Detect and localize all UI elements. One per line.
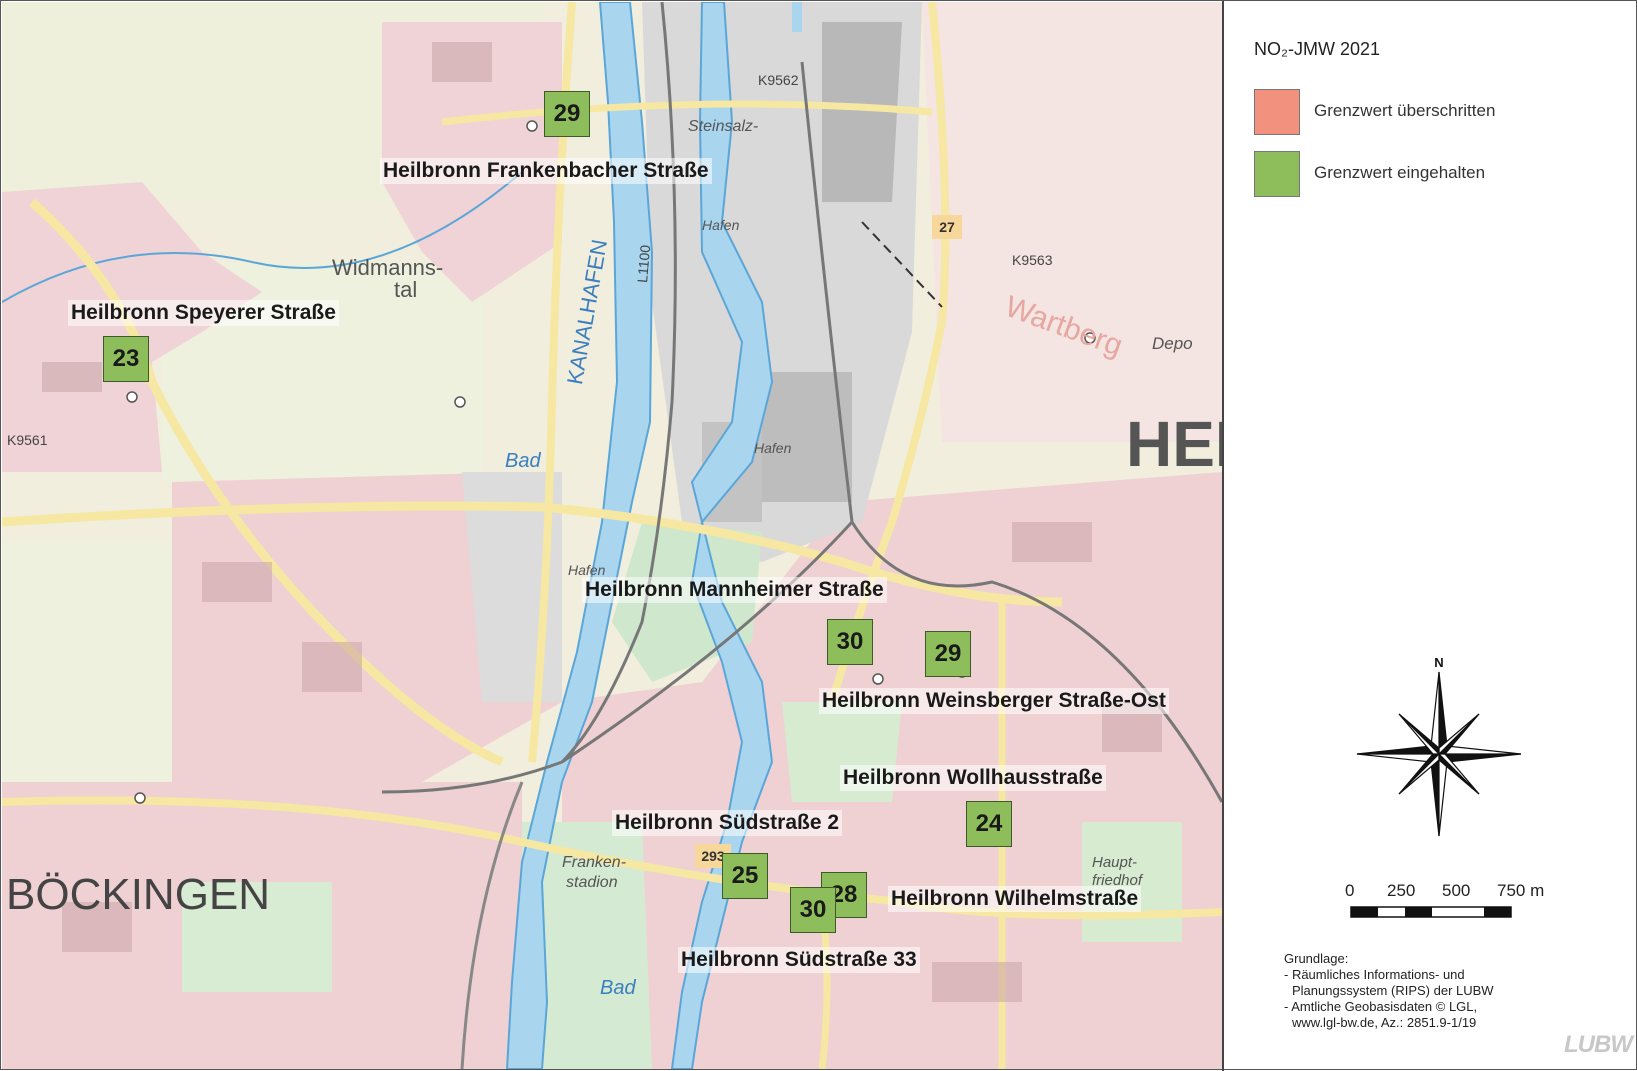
label-frankenstadion: Franken- — [562, 854, 627, 871]
station-label-suedstrasse-33: Heilbronn Südstraße 33 — [678, 947, 920, 973]
source-line-3: - Amtliche Geobasisdaten © LGL, — [1284, 999, 1478, 1014]
label-bad-2: Bad — [600, 977, 636, 999]
label-hafen-3: Hafen — [568, 562, 606, 578]
city-label-partial: HEI — [1126, 408, 1222, 480]
legend-label-met: Grenzwert eingehalten — [1314, 163, 1486, 182]
label-frankenstadion-2: stadion — [566, 874, 618, 891]
road-label-k9563: K9563 — [1012, 252, 1053, 268]
station-marker-weinsberger[interactable]: 29 — [925, 631, 971, 677]
label-bad-1: Bad — [505, 450, 541, 472]
station-marker-frankenbacher[interactable]: 29 — [544, 91, 590, 137]
scale-tick-750: 750 m — [1497, 881, 1545, 900]
road-label-l1100: L1100 — [634, 244, 654, 284]
source-line-1: - Räumliches Informations- und — [1284, 967, 1465, 982]
station-label-suedstrasse-2: Heilbronn Südstraße 2 — [612, 810, 843, 836]
road-label-k9561: K9561 — [7, 432, 48, 448]
scale-tick-500: 500 — [1442, 881, 1471, 900]
station-label-weinsberger: Heilbronn Weinsberger Straße-Ost — [819, 688, 1169, 714]
label-hafen-2: Hafen — [754, 440, 792, 456]
legend-title: NO₂-JMW 2021 — [1254, 39, 1381, 59]
scale-bar — [1350, 906, 1512, 918]
source-line-2: Planungssystem (RIPS) der LUBW — [1292, 983, 1494, 998]
north-label: N — [1434, 655, 1443, 670]
station-marker-wollhaus[interactable]: 24 — [966, 801, 1012, 847]
source-line-4: www.lgl-bw.de, Az.: 2851.9-1/19 — [1292, 1015, 1477, 1030]
road-label-k9562: K9562 — [758, 72, 799, 88]
station-marker-speyerer[interactable]: 23 — [103, 336, 149, 382]
station-label-frankenbacher: Heilbronn Frankenbacher Straße — [380, 158, 712, 184]
label-hauptfriedhof: Haupt- — [1092, 854, 1138, 871]
scale-tick-0: 0 — [1345, 881, 1355, 900]
legend-swatch-met — [1254, 151, 1300, 197]
legend-swatch-exceeded — [1254, 89, 1300, 135]
label-depot: Depo — [1152, 334, 1193, 353]
label-widmannstal: Widmanns- — [332, 255, 444, 280]
north-arrow-icon: N — [1356, 655, 1522, 837]
map-figure: BÖCKINGEN HEI KANALHAFEN Widmanns- tal B… — [0, 0, 1637, 1071]
station-marker-suedstrasse-33[interactable]: 30 — [790, 887, 836, 933]
lubw-logo: LUBW — [1564, 1031, 1633, 1058]
legend-panel: NO₂-JMW 2021 Grenzwert überschritten Gre… — [1224, 1, 1636, 1069]
station-label-wollhaus: Heilbronn Wollhausstraße — [840, 765, 1106, 791]
station-label-wilhelmstrasse: Heilbronn Wilhelmstraße — [888, 886, 1142, 912]
source-heading: Grundlage: — [1284, 951, 1349, 966]
source-note: Grundlage: - Räumliches Informations- un… — [1284, 951, 1494, 1031]
legend-label-exceeded: Grenzwert überschritten — [1314, 101, 1496, 120]
station-marker-mannheimer[interactable]: 30 — [827, 619, 873, 665]
label-hafen-1: Hafen — [702, 217, 740, 233]
road-shield-27: 27 — [932, 215, 962, 239]
station-label-speyerer: Heilbronn Speyerer Straße — [68, 300, 339, 326]
district-label-boeckingen: BÖCKINGEN — [6, 870, 271, 919]
station-label-mannheimer: Heilbronn Mannheimer Straße — [582, 577, 887, 603]
label-widmannstal-2: tal — [394, 277, 418, 302]
station-marker-suedstrasse-2[interactable]: 25 — [722, 853, 768, 899]
topographic-map: BÖCKINGEN HEI KANALHAFEN Widmanns- tal B… — [2, 2, 1222, 1069]
scale-tick-250: 250 — [1387, 881, 1416, 900]
label-steinsalzbergwerk: Steinsalz- — [688, 118, 759, 135]
